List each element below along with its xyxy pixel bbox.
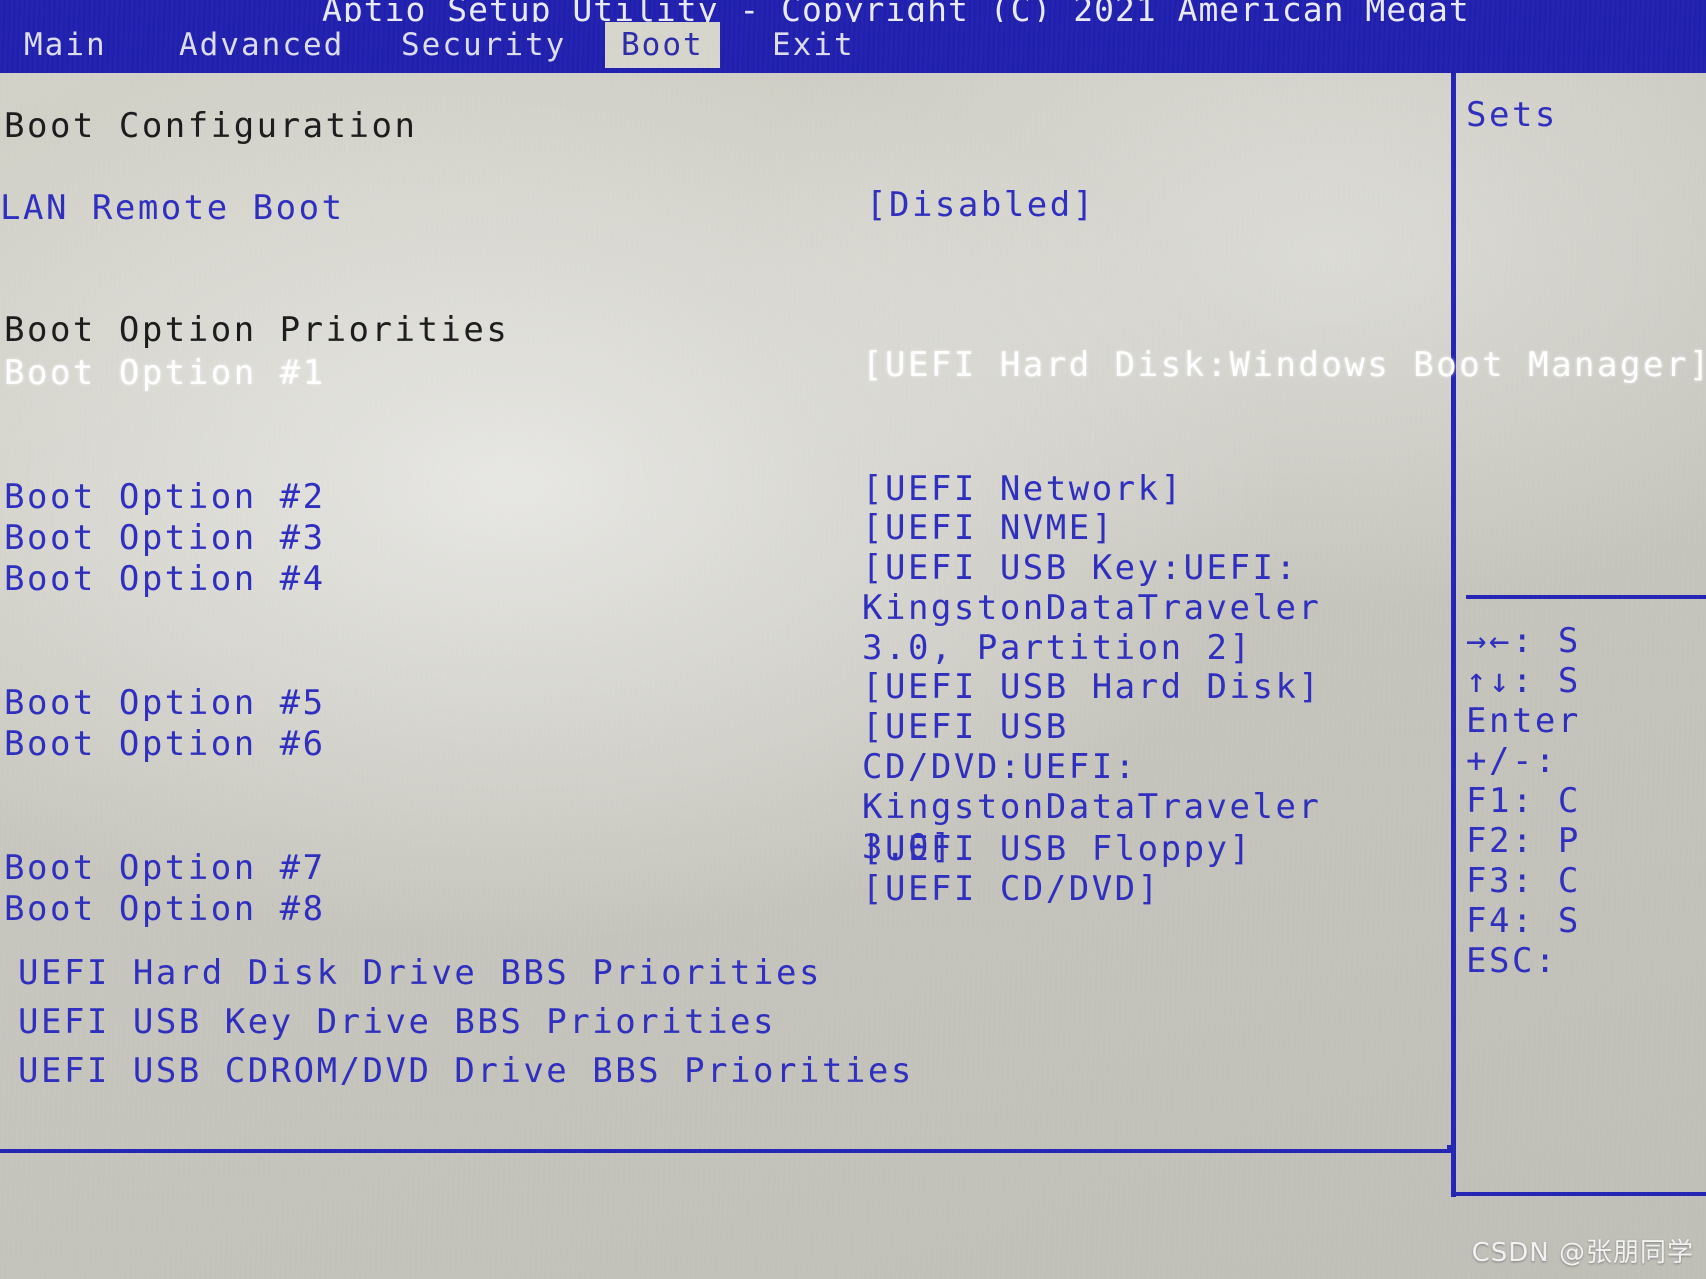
boot-option-3-value[interactable]: [UEFI NVME] (862, 508, 1332, 548)
bbs-priorities-usb-key[interactable]: UEFI USB Key Drive BBS Priorities (18, 1002, 776, 1042)
key-legend-enter: Enter (1466, 701, 1581, 741)
boot-option-4-label[interactable]: Boot Option #4 (4, 559, 326, 599)
tab-boot[interactable]: Boot (605, 22, 720, 68)
section-title-boot-configuration: Boot Configuration (4, 106, 418, 146)
tab-advanced[interactable]: Advanced (163, 22, 360, 68)
frame-divider-upper (1451, 73, 1456, 593)
menu-tab-bar[interactable]: Main Advanced Security Boot Exit (0, 22, 1706, 68)
boot-option-8-value[interactable]: [UEFI CD/DVD] (862, 869, 1342, 909)
boot-option-6-label[interactable]: Boot Option #6 (4, 724, 326, 764)
boot-option-2-value[interactable]: [UEFI Network] (862, 469, 1332, 509)
bbs-priorities-usb-cdrom[interactable]: UEFI USB CDROM/DVD Drive BBS Priorities (18, 1051, 914, 1091)
setup-body: Boot Configuration LAN Remote Boot [Disa… (0, 73, 1706, 1279)
key-legend-select-screen: →←: S (1466, 621, 1581, 661)
boot-option-3-label[interactable]: Boot Option #3 (4, 518, 326, 558)
key-legend-f4: F4: S (1466, 901, 1581, 941)
key-legend: →←: S ↑↓: S Enter +/-: F1: C F2: P F3: C… (1466, 621, 1581, 981)
boot-settings-pane: Boot Configuration LAN Remote Boot [Disa… (0, 73, 1706, 1153)
key-legend-f1: F1: C (1466, 781, 1581, 821)
help-pane: Sets →←: S ↑↓: S Enter +/-: F1: C F2: P … (1460, 73, 1706, 1153)
key-legend-select-item: ↑↓: S (1466, 661, 1581, 701)
tab-security[interactable]: Security (385, 22, 582, 68)
boot-option-4-value[interactable]: [UEFI USB Key:UEFI: KingstonDataTraveler… (862, 548, 1342, 668)
boot-option-7-label[interactable]: Boot Option #7 (4, 848, 326, 888)
help-separator (1466, 595, 1706, 599)
boot-option-5-label[interactable]: Boot Option #5 (4, 683, 326, 723)
bbs-priorities-hard-disk[interactable]: UEFI Hard Disk Drive BBS Priorities (18, 953, 822, 993)
frame-divider-lower (1451, 593, 1456, 1153)
frame-bottom-right (1456, 1192, 1706, 1196)
setting-lan-remote-boot-label[interactable]: LAN Remote Boot (0, 188, 345, 228)
boot-option-5-value[interactable]: [UEFI USB Hard Disk] (862, 667, 1342, 707)
section-title-boot-option-priorities: Boot Option Priorities (4, 310, 510, 350)
key-legend-f2: F2: P (1466, 821, 1581, 861)
title-bar: Aptio Setup Utility - Copyright (C) 2021… (0, 0, 1706, 22)
key-legend-plus-minus: +/-: (1466, 741, 1558, 781)
boot-option-7-value[interactable]: [UEFI USB Floppy] (862, 829, 1342, 869)
tab-main[interactable]: Main (8, 22, 123, 68)
key-legend-esc: ESC: (1466, 941, 1558, 981)
frame-right-stub (1451, 1149, 1456, 1197)
tab-exit[interactable]: Exit (756, 22, 871, 68)
page-title: Aptio Setup Utility - Copyright (C) 2021… (322, 0, 1470, 22)
boot-option-2-label[interactable]: Boot Option #2 (4, 477, 326, 517)
boot-option-8-label[interactable]: Boot Option #8 (4, 889, 326, 929)
watermark: CSDN @张朋同学 (1471, 1238, 1694, 1268)
boot-option-1-label[interactable]: Boot Option #1 (4, 353, 326, 393)
key-legend-f3: F3: C (1466, 861, 1581, 901)
boot-option-1-value[interactable]: [UEFI Hard Disk:Windows Boot Manager] (862, 345, 1706, 385)
help-description: Sets (1466, 95, 1558, 135)
setting-lan-remote-boot-value[interactable]: [Disabled] (866, 185, 1096, 225)
bios-setup-screen: Aptio Setup Utility - Copyright (C) 2021… (0, 0, 1706, 1279)
